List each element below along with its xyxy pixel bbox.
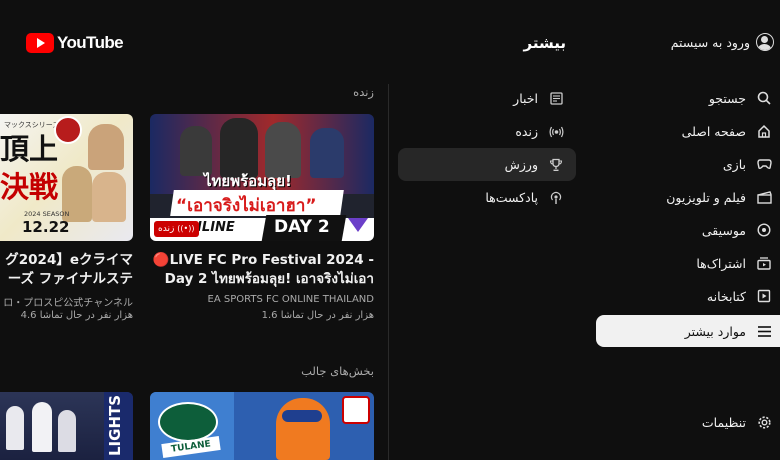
thumbnail-person [88, 124, 124, 170]
menu-icon [756, 323, 772, 339]
panel-divider [388, 84, 389, 460]
thumbnail-headline: 頂上 [0, 132, 59, 166]
nav-item-movies[interactable]: فیلم و تلویزیون [596, 181, 780, 213]
submenu-item-news[interactable]: اخبار [398, 82, 576, 115]
video-channel[interactable]: EA SPORTS FC ONLINE THAILAND [150, 294, 374, 305]
signin-button[interactable]: ورود به سیستم [671, 33, 774, 51]
nav-item-home[interactable]: صفحه اصلی [596, 115, 780, 147]
account-icon [756, 33, 774, 51]
thumbnail-helmet-stripe [282, 410, 322, 422]
nav-item-label: بازی [722, 156, 746, 172]
nav-item-music[interactable]: موسیقی [596, 214, 780, 246]
gamepad-icon [756, 156, 772, 172]
thumbnail-person [92, 172, 126, 222]
section-title-featured: بخش‌های جالب [301, 364, 374, 378]
section-title-live: زنده [353, 85, 374, 99]
live-badge-label: زنده [158, 224, 175, 234]
featured-thumbnail[interactable]: LIGHTS [0, 392, 133, 460]
nav-item-label: کتابخانه [706, 288, 746, 304]
video-title-line[interactable]: 🔴LIVE FC Pro Festival 2024 - [150, 251, 374, 270]
video-title-line[interactable]: ーズ ファイナルステ [0, 270, 133, 289]
nav-item-search[interactable]: جستجو [596, 82, 780, 114]
home-icon [756, 123, 772, 139]
film-icon [756, 189, 772, 205]
video-channel[interactable]: ロ・プロスピ公式チャンネル [0, 294, 133, 309]
thumbnail-person [58, 410, 76, 452]
logo-text: YouTube [57, 33, 124, 52]
nav-item-label: فیلم و تلویزیون [666, 189, 746, 205]
thumbnail-person [6, 406, 24, 450]
video-viewers: 4.6 هزار نفر در حال تماشا [20, 310, 133, 321]
brand-logo-icon [348, 218, 368, 232]
video-title-line[interactable]: Day 2 ไทยพร้อมลุย! เอาจริงไม่เอา [150, 270, 374, 289]
submenu-item-label: پادکست‌ها [485, 190, 538, 205]
thumbnail-date: 12.22 [22, 218, 70, 236]
nav-item-settings[interactable]: تنظیمات [596, 406, 780, 438]
thumbnail-day-text: DAY 2 [274, 217, 330, 237]
video-thumbnail[interactable]: ไทยพร้อมลุย! “เอาจริงไม่เอาฮา” ONLINE DA… [150, 114, 374, 241]
college-logo-icon [342, 396, 370, 424]
video-title-line[interactable]: グ2024】eクライマ [0, 251, 133, 270]
submenu-item-sports[interactable]: ورزش [398, 148, 576, 181]
nav-item-label: صفحه اصلی [681, 123, 746, 139]
brand-logo-icon [54, 116, 82, 144]
search-icon [756, 90, 772, 106]
thumbnail-person [32, 402, 52, 452]
youtube-logo[interactable]: YouTube [26, 33, 124, 53]
submenu-item-podcasts[interactable]: پادکست‌ها [398, 181, 576, 214]
nav-item-subscriptions[interactable]: اشتراک‌ها [596, 247, 780, 279]
nav-item-label: اشتراک‌ها [696, 255, 746, 271]
gear-icon [756, 414, 772, 430]
thumbnail-season: 2024 SEASON [24, 210, 70, 218]
thumbnail-helmet [276, 398, 330, 460]
submenu-item-live[interactable]: زنده [398, 115, 576, 148]
subscriptions-icon [756, 255, 772, 271]
tulane-logo-icon [158, 402, 218, 442]
nav-item-label: موسیقی [701, 222, 746, 238]
news-icon [548, 91, 564, 107]
nav-item-gaming[interactable]: بازی [596, 148, 780, 180]
video-thumbnail[interactable]: マックスシリーズ 頂上 決戦 2024 SEASON 12.22 [0, 114, 133, 241]
library-icon [756, 288, 772, 304]
page-title: بیشتر [523, 34, 566, 52]
submenu-item-label: اخبار [513, 91, 538, 106]
nav-item-more[interactable]: موارد بیشتر [596, 315, 780, 347]
live-icon [548, 124, 564, 140]
live-icon: ((•)) [177, 224, 195, 233]
nav-item-label: تنظیمات [701, 414, 746, 430]
nav-item-library[interactable]: کتابخانه [596, 280, 780, 312]
trophy-icon [548, 157, 564, 173]
music-icon [756, 222, 772, 238]
thumbnail-lights-text: LIGHTS [106, 394, 124, 456]
signin-label: ورود به سیستم [670, 34, 750, 50]
video-viewers: 1.6 هزار نفر در حال تماشا [261, 310, 374, 321]
nav-item-label: موارد بیشتر [684, 323, 746, 339]
youtube-play-icon [26, 33, 54, 53]
featured-thumbnail[interactable]: TULANE [150, 392, 374, 460]
thumbnail-subheadline: 決戦 [0, 170, 59, 204]
thumbnail-person [310, 128, 344, 178]
podcast-icon [548, 190, 564, 206]
submenu-item-label: زنده [515, 124, 538, 139]
live-badge: زنده ((•)) [154, 221, 199, 237]
submenu-item-label: ورزش [504, 157, 538, 172]
nav-item-label: جستجو [708, 90, 746, 106]
